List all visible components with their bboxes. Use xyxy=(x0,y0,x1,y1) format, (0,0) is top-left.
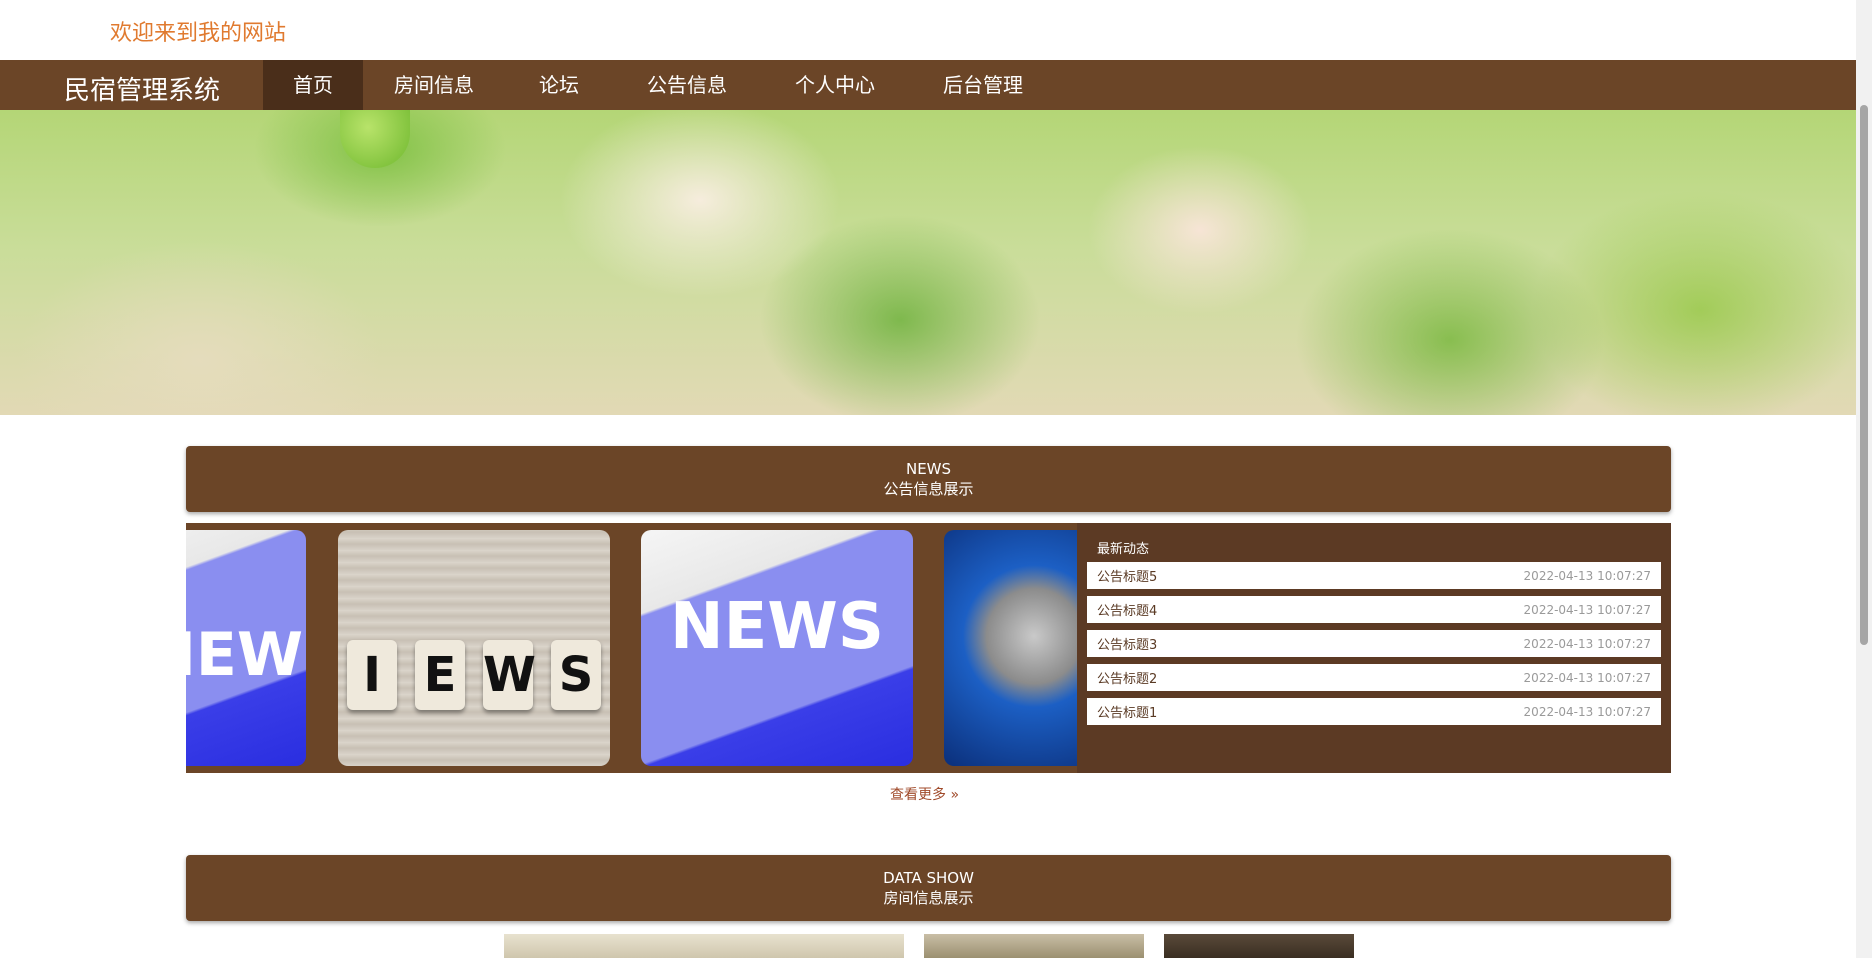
die: E xyxy=(415,640,465,710)
welcome-text: 欢迎来到我的网站 xyxy=(110,21,287,46)
news-item-date: 2022-04-13 10:07:27 xyxy=(1523,704,1651,719)
list-item[interactable]: 公告标题3 2022-04-13 10:07:27 xyxy=(1087,630,1661,657)
page: 欢迎来到我的网站 民宿管理系统 首页 房间信息 论坛 公告信息 个人中心 后台管… xyxy=(0,0,1872,958)
nav-item-profile[interactable]: 个人中心 xyxy=(761,60,909,110)
nav-item-admin[interactable]: 后台管理 xyxy=(909,60,1057,110)
news-item-title: 公告标题2 xyxy=(1097,672,1158,687)
list-item[interactable]: 公告标题1 2022-04-13 10:07:27 xyxy=(1087,698,1661,725)
scrollbar-thumb[interactable] xyxy=(1860,105,1868,645)
news-image-globe[interactable] xyxy=(944,530,1077,766)
list-item[interactable]: 公告标题4 2022-04-13 10:07:27 xyxy=(1087,596,1661,623)
nav-item-forum[interactable]: 论坛 xyxy=(505,60,613,110)
news-image[interactable]: I E W S xyxy=(338,530,610,766)
news-image[interactable]: NEWS xyxy=(186,530,306,766)
news-title-cn: 公告信息展示 xyxy=(883,480,974,498)
data-title-cn: 房间信息展示 xyxy=(883,889,974,907)
news-item-date: 2022-04-13 10:07:27 xyxy=(1523,602,1651,617)
room-image[interactable] xyxy=(924,934,1144,958)
die: W xyxy=(483,640,536,710)
news-image-text: NEWS xyxy=(186,620,306,690)
news-item-title: 公告标题5 xyxy=(1097,570,1158,585)
news-title-en: NEWS xyxy=(905,460,952,478)
news-item-date: 2022-04-13 10:07:27 xyxy=(1523,568,1651,583)
view-more-link[interactable]: 查看更多 » xyxy=(890,784,959,804)
site-brand[interactable]: 民宿管理系统 xyxy=(64,70,220,107)
news-section-header: NEWS 公告信息展示 xyxy=(186,446,1671,512)
news-item-date: 2022-04-13 10:07:27 xyxy=(1523,636,1651,651)
news-item-date: 2022-04-13 10:07:27 xyxy=(1523,670,1651,685)
news-image[interactable]: NEWS xyxy=(641,530,913,766)
nav-item-notices[interactable]: 公告信息 xyxy=(613,60,761,110)
nav-item-home[interactable]: 首页 xyxy=(263,60,363,110)
dice-row: I E W S xyxy=(338,640,610,710)
room-image[interactable] xyxy=(1164,934,1354,958)
room-image[interactable] xyxy=(504,934,904,958)
list-item[interactable]: 公告标题5 2022-04-13 10:07:27 xyxy=(1087,562,1661,589)
nav-item-rooms[interactable]: 房间信息 xyxy=(363,60,505,110)
news-image-text: NEWS xyxy=(670,590,884,664)
news-item-title: 公告标题4 xyxy=(1097,604,1158,619)
news-item-title: 公告标题3 xyxy=(1097,638,1158,653)
nav-items: 首页 房间信息 论坛 公告信息 个人中心 后台管理 xyxy=(263,60,1057,110)
banner-carousel[interactable] xyxy=(0,110,1856,415)
news-item-title: 公告标题1 xyxy=(1097,706,1158,721)
die: S xyxy=(551,640,601,710)
data-section-header: DATA SHOW 房间信息展示 xyxy=(186,855,1671,921)
data-title-en: DATA SHOW xyxy=(883,869,974,887)
news-image-strip: NEWS I E W S NEWS xyxy=(186,523,1077,773)
list-title: 最新动态 xyxy=(1097,542,1150,557)
page-scrollbar[interactable] xyxy=(1856,0,1872,958)
list-item[interactable]: 公告标题2 2022-04-13 10:07:27 xyxy=(1087,664,1661,691)
die: I xyxy=(347,640,397,710)
banner-leaf-image xyxy=(340,110,410,168)
latest-news-list: 最新动态 公告标题5 2022-04-13 10:07:27 公告标题4 202… xyxy=(1077,523,1671,773)
news-panel: NEWS I E W S NEWS 最新动态 公告标题5 2022-04-13 … xyxy=(186,523,1671,773)
main-nav: 民宿管理系统 首页 房间信息 论坛 公告信息 个人中心 后台管理 xyxy=(0,60,1856,110)
